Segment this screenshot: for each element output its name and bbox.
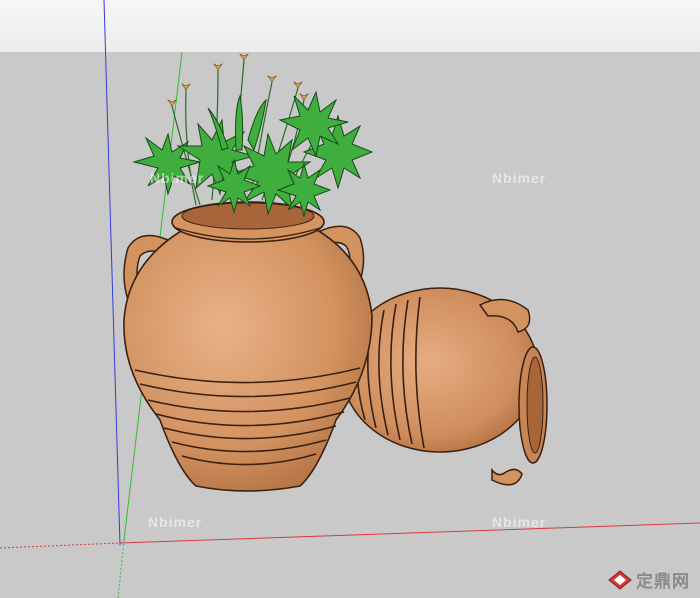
viewport-scene bbox=[0, 0, 700, 598]
watermark-text: Nbimer bbox=[492, 514, 547, 530]
watermark-text: Nbimer bbox=[492, 170, 547, 186]
brand-logo: 定鼎网 bbox=[608, 567, 690, 592]
brand-text: 定鼎网 bbox=[636, 572, 690, 592]
watermark-text: Nbimer bbox=[148, 514, 203, 530]
diamond-logo-icon bbox=[608, 569, 632, 590]
watermark-text: Nbimer bbox=[150, 170, 205, 186]
